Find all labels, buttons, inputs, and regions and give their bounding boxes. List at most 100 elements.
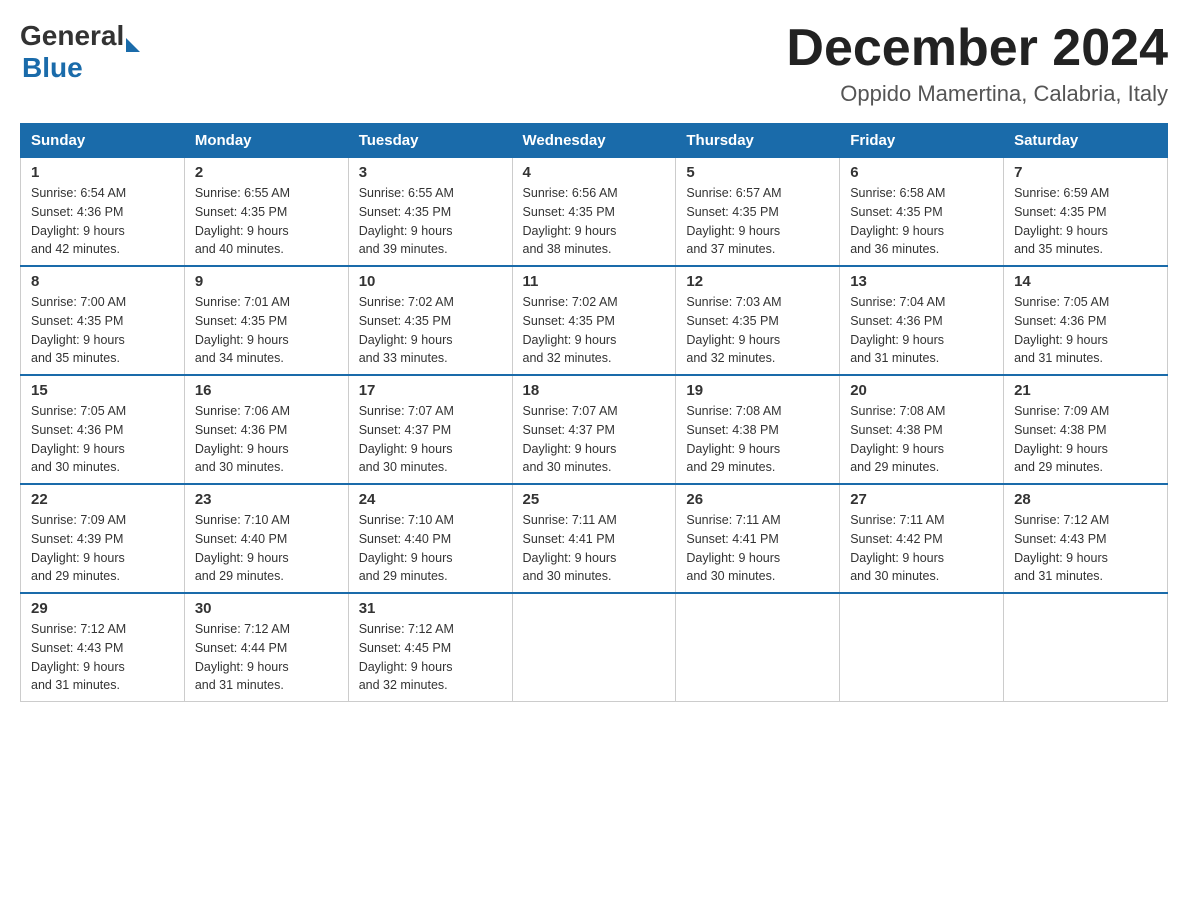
calendar-header-row: SundayMondayTuesdayWednesdayThursdayFrid… xyxy=(21,124,1168,158)
calendar-cell: 20Sunrise: 7:08 AMSunset: 4:38 PMDayligh… xyxy=(840,375,1004,484)
day-number: 18 xyxy=(523,382,666,399)
day-number: 25 xyxy=(523,491,666,508)
day-info: Sunrise: 7:00 AMSunset: 4:35 PMDaylight:… xyxy=(31,293,174,368)
day-number: 19 xyxy=(686,382,829,399)
day-number: 1 xyxy=(31,164,174,181)
day-number: 30 xyxy=(195,600,338,617)
day-number: 31 xyxy=(359,600,502,617)
calendar-week-row: 1 Sunrise: 6:54 AMSunset: 4:36 PMDaylight… xyxy=(21,158,1168,267)
day-info: Sunrise: 7:01 AMSunset: 4:35 PMDaylight:… xyxy=(195,293,338,368)
calendar-cell: 8 Sunrise: 7:00 AMSunset: 4:35 PMDaylight… xyxy=(21,266,185,375)
calendar-cell: 5 Sunrise: 6:57 AMSunset: 4:35 PMDaylight… xyxy=(676,158,840,267)
calendar-cell xyxy=(676,593,840,702)
calendar-cell: 24Sunrise: 7:10 AMSunset: 4:40 PMDayligh… xyxy=(348,484,512,593)
day-info: Sunrise: 7:02 AMSunset: 4:35 PMDaylight:… xyxy=(523,293,666,368)
day-number: 16 xyxy=(195,382,338,399)
page-header: General Blue December 2024 Oppido Mamert… xyxy=(20,20,1168,107)
day-number: 15 xyxy=(31,382,174,399)
day-info: Sunrise: 7:11 AMSunset: 4:41 PMDaylight:… xyxy=(523,511,666,586)
header-sunday: Sunday xyxy=(21,124,185,158)
calendar-cell: 23 Sunrise: 7:10 AMSunset: 4:40 PMDayligh… xyxy=(184,484,348,593)
day-info: Sunrise: 6:59 AMSunset: 4:35 PMDaylight:… xyxy=(1014,184,1157,259)
header-saturday: Saturday xyxy=(1004,124,1168,158)
calendar-cell: 17 Sunrise: 7:07 AMSunset: 4:37 PMDayligh… xyxy=(348,375,512,484)
logo-blue-text: Blue xyxy=(22,52,140,84)
location-subtitle: Oppido Mamertina, Calabria, Italy xyxy=(786,81,1168,107)
calendar-cell: 11 Sunrise: 7:02 AMSunset: 4:35 PMDayligh… xyxy=(512,266,676,375)
day-info: Sunrise: 7:03 AMSunset: 4:35 PMDaylight:… xyxy=(686,293,829,368)
calendar-cell: 2 Sunrise: 6:55 AMSunset: 4:35 PMDaylight… xyxy=(184,158,348,267)
calendar-cell: 26Sunrise: 7:11 AMSunset: 4:41 PMDayligh… xyxy=(676,484,840,593)
day-number: 9 xyxy=(195,273,338,290)
day-info: Sunrise: 6:56 AMSunset: 4:35 PMDaylight:… xyxy=(523,184,666,259)
calendar-cell xyxy=(840,593,1004,702)
calendar-cell: 9 Sunrise: 7:01 AMSunset: 4:35 PMDaylight… xyxy=(184,266,348,375)
day-number: 27 xyxy=(850,491,993,508)
day-info: Sunrise: 7:09 AMSunset: 4:39 PMDaylight:… xyxy=(31,511,174,586)
day-info: Sunrise: 7:12 AMSunset: 4:43 PMDaylight:… xyxy=(1014,511,1157,586)
day-info: Sunrise: 7:04 AMSunset: 4:36 PMDaylight:… xyxy=(850,293,993,368)
day-number: 5 xyxy=(686,164,829,181)
calendar-cell: 6 Sunrise: 6:58 AMSunset: 4:35 PMDaylight… xyxy=(840,158,1004,267)
day-number: 3 xyxy=(359,164,502,181)
day-info: Sunrise: 7:07 AMSunset: 4:37 PMDaylight:… xyxy=(359,402,502,477)
calendar-cell: 18 Sunrise: 7:07 AMSunset: 4:37 PMDayligh… xyxy=(512,375,676,484)
calendar-cell: 10Sunrise: 7:02 AMSunset: 4:35 PMDayligh… xyxy=(348,266,512,375)
calendar-table: SundayMondayTuesdayWednesdayThursdayFrid… xyxy=(20,123,1168,702)
day-info: Sunrise: 7:11 AMSunset: 4:41 PMDaylight:… xyxy=(686,511,829,586)
day-info: Sunrise: 7:06 AMSunset: 4:36 PMDaylight:… xyxy=(195,402,338,477)
header-thursday: Thursday xyxy=(676,124,840,158)
day-info: Sunrise: 6:55 AMSunset: 4:35 PMDaylight:… xyxy=(195,184,338,259)
calendar-cell: 13 Sunrise: 7:04 AMSunset: 4:36 PMDayligh… xyxy=(840,266,1004,375)
calendar-cell xyxy=(512,593,676,702)
calendar-cell: 7 Sunrise: 6:59 AMSunset: 4:35 PMDaylight… xyxy=(1004,158,1168,267)
header-tuesday: Tuesday xyxy=(348,124,512,158)
day-info: Sunrise: 7:02 AMSunset: 4:35 PMDaylight:… xyxy=(359,293,502,368)
day-number: 28 xyxy=(1014,491,1157,508)
day-info: Sunrise: 6:54 AMSunset: 4:36 PMDaylight:… xyxy=(31,184,174,259)
day-info: Sunrise: 7:09 AMSunset: 4:38 PMDaylight:… xyxy=(1014,402,1157,477)
logo: General Blue xyxy=(20,20,140,84)
day-info: Sunrise: 7:10 AMSunset: 4:40 PMDaylight:… xyxy=(195,511,338,586)
calendar-cell: 19 Sunrise: 7:08 AMSunset: 4:38 PMDayligh… xyxy=(676,375,840,484)
day-number: 12 xyxy=(686,273,829,290)
header-friday: Friday xyxy=(840,124,1004,158)
month-title: December 2024 xyxy=(786,20,1168,77)
calendar-cell: 28 Sunrise: 7:12 AMSunset: 4:43 PMDayligh… xyxy=(1004,484,1168,593)
calendar-cell: 3 Sunrise: 6:55 AMSunset: 4:35 PMDaylight… xyxy=(348,158,512,267)
day-info: Sunrise: 7:12 AMSunset: 4:45 PMDaylight:… xyxy=(359,620,502,695)
day-info: Sunrise: 7:08 AMSunset: 4:38 PMDaylight:… xyxy=(850,402,993,477)
day-number: 11 xyxy=(523,273,666,290)
calendar-cell: 12 Sunrise: 7:03 AMSunset: 4:35 PMDayligh… xyxy=(676,266,840,375)
calendar-cell: 15 Sunrise: 7:05 AMSunset: 4:36 PMDayligh… xyxy=(21,375,185,484)
logo-arrow-icon xyxy=(126,38,140,52)
day-info: Sunrise: 7:12 AMSunset: 4:43 PMDaylight:… xyxy=(31,620,174,695)
calendar-cell xyxy=(1004,593,1168,702)
day-number: 6 xyxy=(850,164,993,181)
day-number: 24 xyxy=(359,491,502,508)
calendar-cell: 16 Sunrise: 7:06 AMSunset: 4:36 PMDayligh… xyxy=(184,375,348,484)
day-number: 29 xyxy=(31,600,174,617)
day-info: Sunrise: 6:58 AMSunset: 4:35 PMDaylight:… xyxy=(850,184,993,259)
calendar-week-row: 15 Sunrise: 7:05 AMSunset: 4:36 PMDayligh… xyxy=(21,375,1168,484)
day-info: Sunrise: 7:07 AMSunset: 4:37 PMDaylight:… xyxy=(523,402,666,477)
day-number: 13 xyxy=(850,273,993,290)
calendar-week-row: 22 Sunrise: 7:09 AMSunset: 4:39 PMDayligh… xyxy=(21,484,1168,593)
calendar-cell: 4Sunrise: 6:56 AMSunset: 4:35 PMDaylight… xyxy=(512,158,676,267)
header-monday: Monday xyxy=(184,124,348,158)
day-info: Sunrise: 7:08 AMSunset: 4:38 PMDaylight:… xyxy=(686,402,829,477)
day-number: 22 xyxy=(31,491,174,508)
calendar-cell: 27Sunrise: 7:11 AMSunset: 4:42 PMDayligh… xyxy=(840,484,1004,593)
day-info: Sunrise: 7:12 AMSunset: 4:44 PMDaylight:… xyxy=(195,620,338,695)
calendar-cell: 22 Sunrise: 7:09 AMSunset: 4:39 PMDayligh… xyxy=(21,484,185,593)
day-number: 14 xyxy=(1014,273,1157,290)
day-number: 7 xyxy=(1014,164,1157,181)
day-info: Sunrise: 7:05 AMSunset: 4:36 PMDaylight:… xyxy=(31,402,174,477)
day-number: 17 xyxy=(359,382,502,399)
day-number: 23 xyxy=(195,491,338,508)
day-info: Sunrise: 6:57 AMSunset: 4:35 PMDaylight:… xyxy=(686,184,829,259)
day-info: Sunrise: 6:55 AMSunset: 4:35 PMDaylight:… xyxy=(359,184,502,259)
day-number: 8 xyxy=(31,273,174,290)
calendar-cell: 21Sunrise: 7:09 AMSunset: 4:38 PMDayligh… xyxy=(1004,375,1168,484)
day-number: 2 xyxy=(195,164,338,181)
